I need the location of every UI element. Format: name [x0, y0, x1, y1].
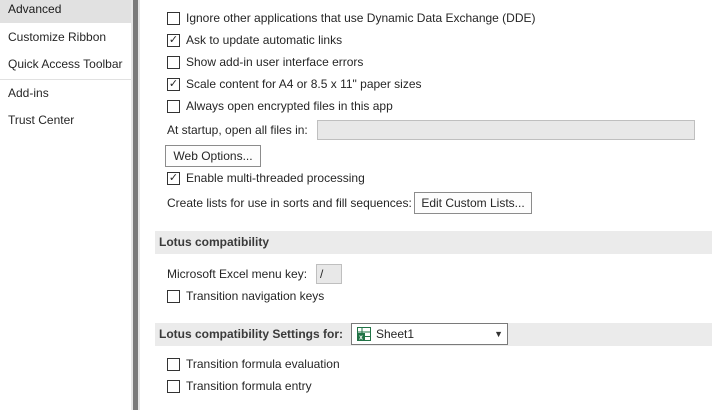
update-links-checkbox[interactable]: ✓ — [167, 34, 180, 47]
sheet-dropdown[interactable]: x Sheet1 ▼ — [351, 323, 508, 345]
multithreaded-label: Enable multi-threaded processing — [186, 171, 365, 185]
sidebar-item-customize-ribbon[interactable]: Customize Ribbon — [0, 24, 131, 50]
transition-nav-keys-label: Transition navigation keys — [186, 289, 325, 303]
edit-custom-lists-button[interactable]: Edit Custom Lists... — [414, 192, 532, 214]
transition-formula-entry-checkbox[interactable] — [167, 380, 180, 393]
transition-formula-entry-label: Transition formula entry — [186, 379, 312, 393]
ignore-dde-label: Ignore other applications that use Dynam… — [186, 11, 536, 25]
web-options-button[interactable]: Web Options... — [165, 145, 261, 167]
transition-nav-keys-checkbox[interactable] — [167, 290, 180, 303]
menu-key-input[interactable]: / — [316, 264, 342, 284]
menu-key-value: / — [320, 267, 324, 281]
startup-folder-input[interactable] — [317, 120, 695, 140]
multithreaded-checkbox[interactable]: ✓ — [167, 172, 180, 185]
ignore-dde-checkbox[interactable] — [167, 12, 180, 25]
startup-folder-label: At startup, open all files in: — [167, 123, 308, 137]
scrollbar-track[interactable] — [133, 0, 138, 410]
checkmark-icon: ✓ — [168, 34, 179, 46]
lotus-compatibility-header: Lotus compatibility — [155, 231, 712, 254]
custom-lists-label: Create lists for use in sorts and fill s… — [167, 196, 412, 210]
sidebar-item-trust-center[interactable]: Trust Center — [0, 107, 131, 133]
addin-errors-checkbox[interactable] — [167, 56, 180, 69]
addin-errors-label: Show add-in user interface errors — [186, 55, 364, 69]
options-content: Ignore other applications that use Dynam… — [140, 0, 712, 410]
pane-splitter — [131, 0, 140, 410]
chevron-down-icon: ▼ — [494, 329, 503, 339]
menu-key-label: Microsoft Excel menu key: — [167, 267, 308, 281]
checkmark-icon: ✓ — [168, 78, 179, 90]
lotus-settings-header-label: Lotus compatibility Settings for: — [159, 327, 344, 341]
scale-content-checkbox[interactable]: ✓ — [167, 78, 180, 91]
options-sidebar: Advanced Customize Ribbon Quick Access T… — [0, 0, 131, 410]
sidebar-item-advanced[interactable]: Advanced — [0, 0, 131, 22]
checkmark-icon: ✓ — [168, 172, 179, 184]
transition-formula-evaluation-checkbox[interactable] — [167, 358, 180, 371]
update-links-label: Ask to update automatic links — [186, 33, 343, 47]
sidebar-item-quick-access-toolbar[interactable]: Quick Access Toolbar — [0, 51, 131, 77]
sheet-dropdown-value: Sheet1 — [376, 327, 415, 341]
transition-formula-evaluation-label: Transition formula evaluation — [186, 357, 340, 371]
encrypted-files-label: Always open encrypted files in this app — [186, 99, 393, 113]
scale-content-label: Scale content for A4 or 8.5 x 11" paper … — [186, 77, 422, 91]
excel-sheet-icon: x — [357, 327, 371, 341]
encrypted-files-checkbox[interactable] — [167, 100, 180, 113]
svg-text:x: x — [359, 335, 363, 341]
sidebar-item-add-ins[interactable]: Add-ins — [0, 80, 131, 106]
sidebar-divider — [0, 22, 131, 23]
